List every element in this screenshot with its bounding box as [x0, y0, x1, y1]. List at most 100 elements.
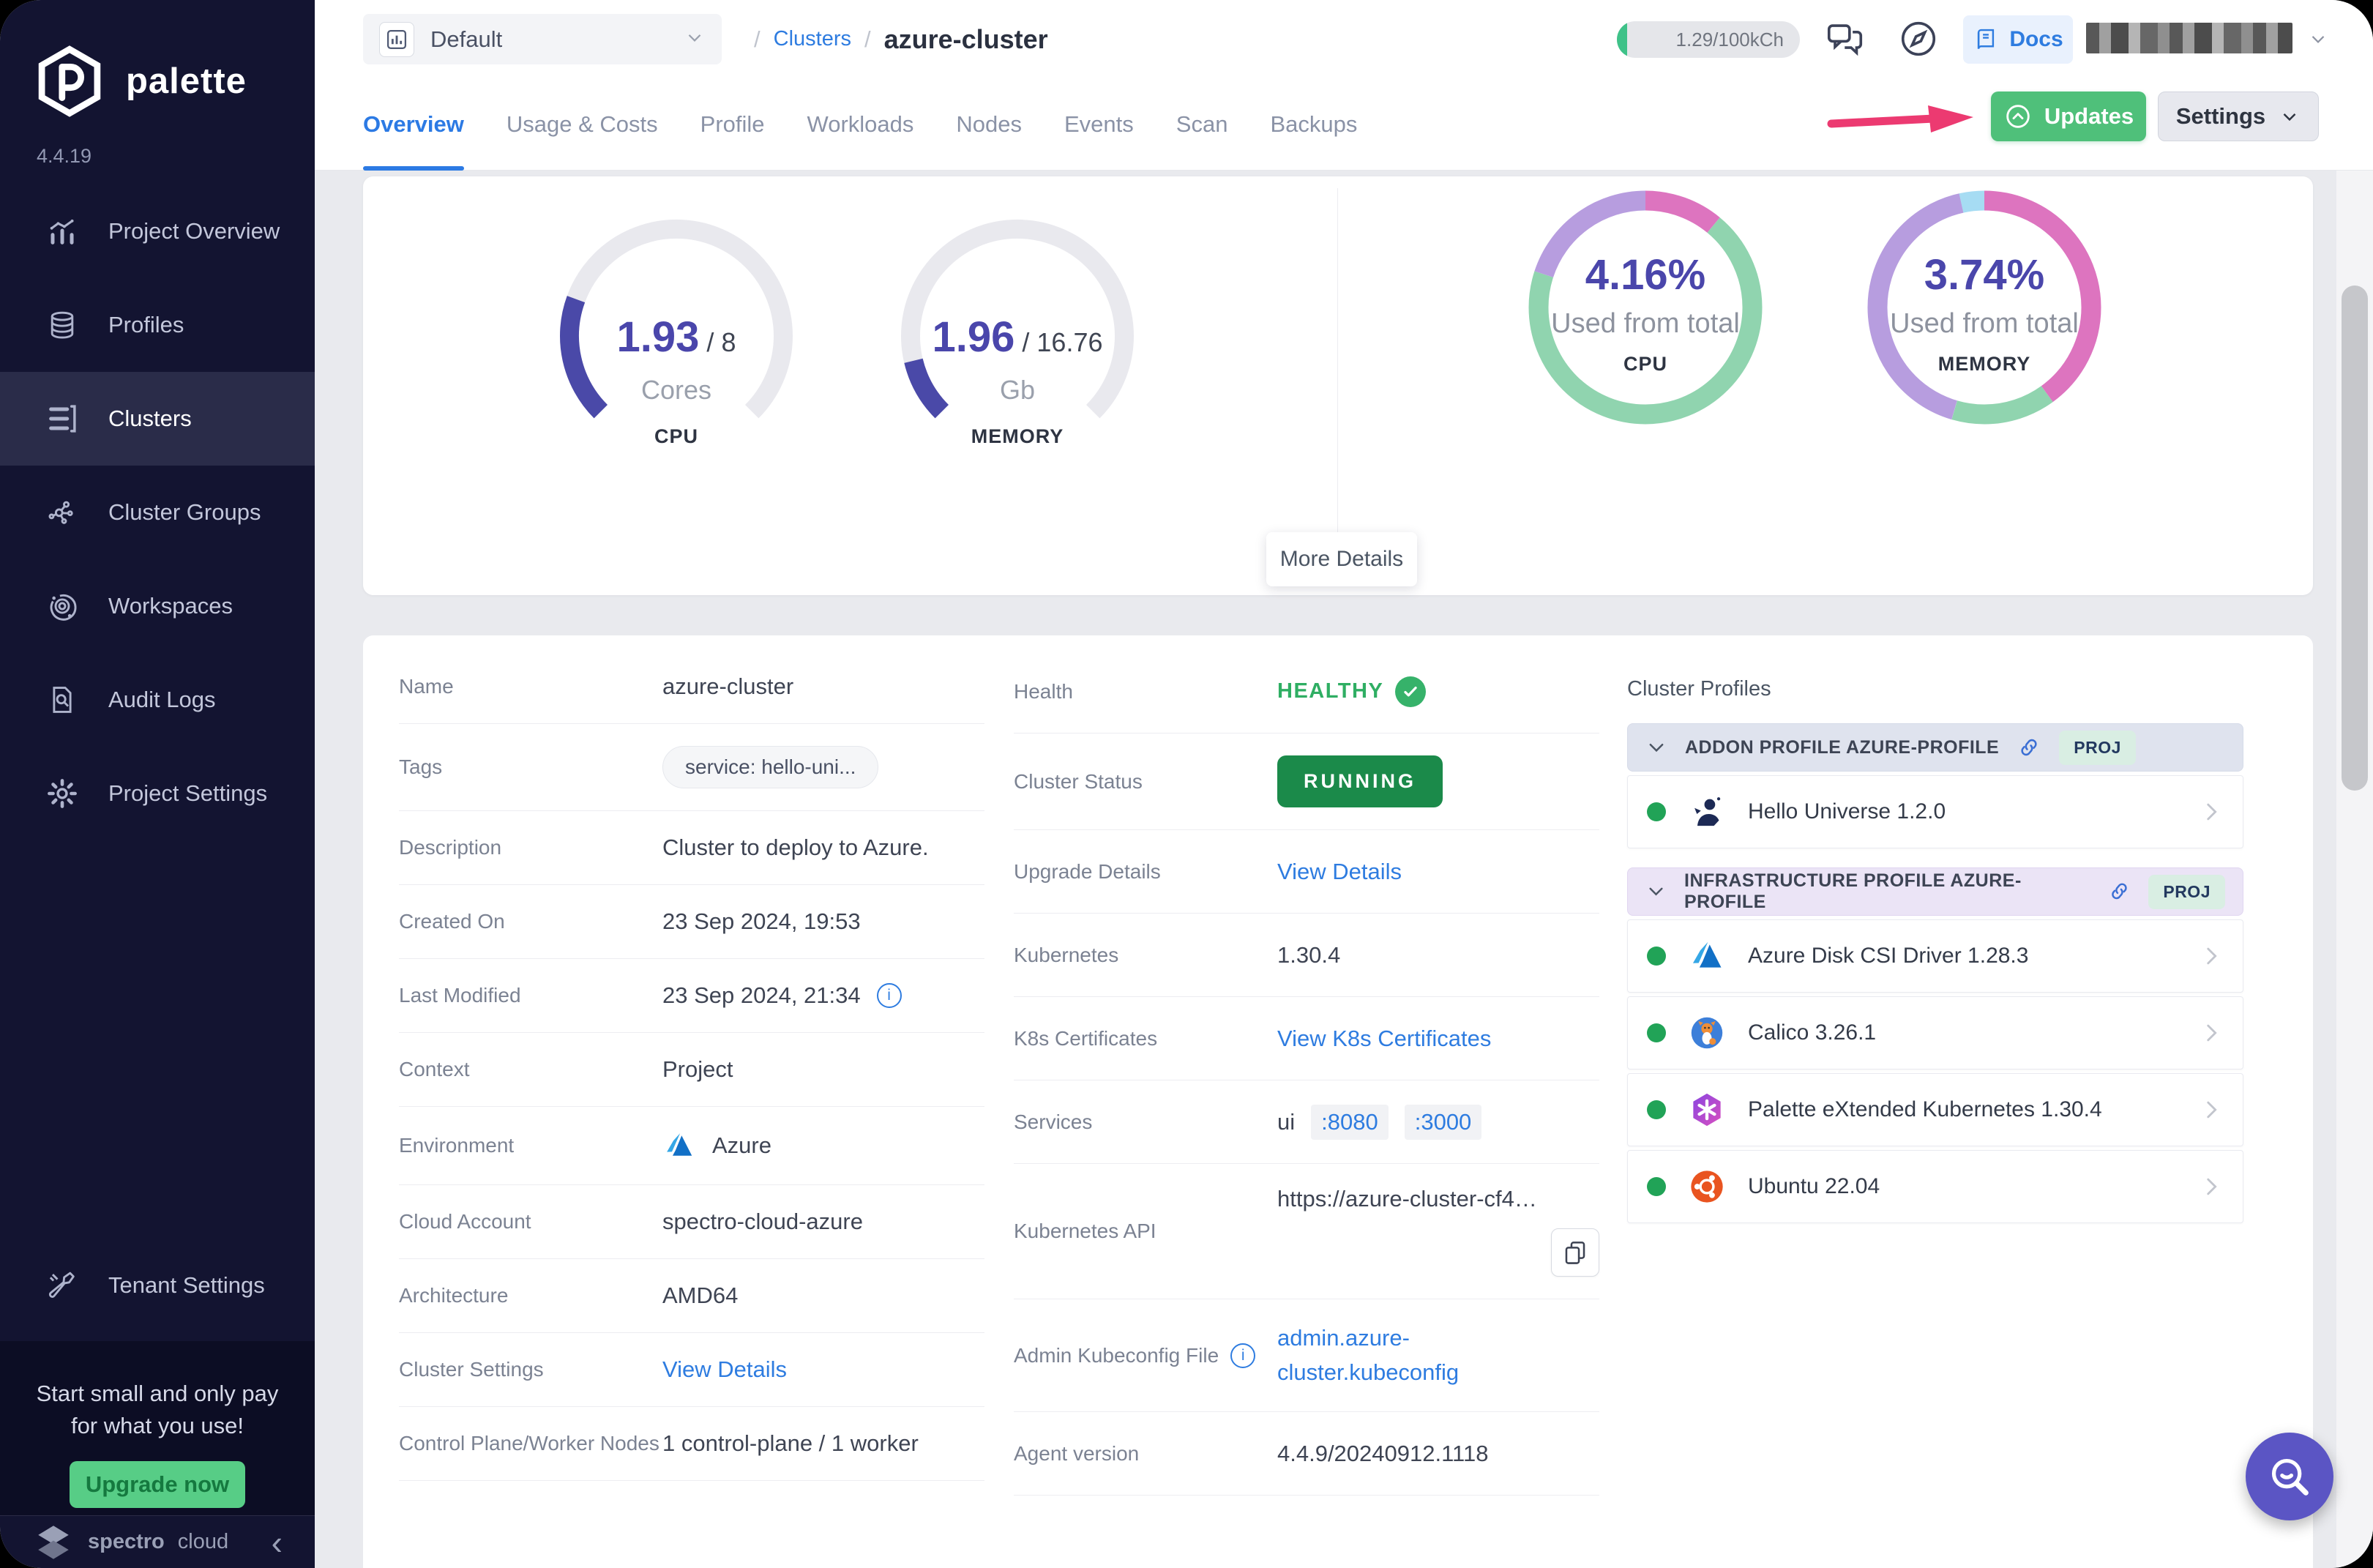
tab-usage-costs[interactable]: Usage & Costs	[507, 78, 658, 171]
status-badge[interactable]: RUNNING	[1277, 755, 1443, 807]
collapse-sidebar-button[interactable]: ‹	[272, 1526, 283, 1559]
detail-value-text[interactable]: spectro-cloud-azure	[662, 1209, 863, 1235]
detail-label-text[interactable]: Description	[399, 836, 501, 859]
sidebar-item-project-settings[interactable]: Project Settings	[0, 747, 315, 840]
upgrade-now-button[interactable]: Upgrade now	[70, 1461, 245, 1508]
pack-name[interactable]: Ubuntu 22.04	[1748, 1174, 1880, 1199]
tab-workloads[interactable]: Workloads	[807, 78, 914, 171]
search-fab-button[interactable]	[2246, 1433, 2333, 1520]
api-url[interactable]: https://azure-cluster-cf42...	[1277, 1186, 1541, 1212]
sidebar-item-cluster-groups[interactable]: Cluster Groups	[0, 466, 315, 559]
user-name-redacted[interactable]	[2086, 23, 2292, 53]
detail-value-text[interactable]: Azure	[712, 1132, 771, 1159]
pack-name[interactable]: Azure Disk CSI Driver 1.28.3	[1748, 944, 2028, 968]
health-status-text[interactable]: HEALTHY	[1277, 679, 1383, 703]
scope-badge[interactable]: PROJ	[2059, 731, 2136, 765]
sidebar-item-tenant-settings[interactable]: Tenant Settings	[0, 1239, 315, 1332]
sidebar-item-audit-logs[interactable]: Audit Logs	[0, 653, 315, 747]
service-name[interactable]: ui	[1277, 1109, 1295, 1135]
detail-label-text[interactable]: Last Modified	[399, 984, 521, 1007]
tab-nodes[interactable]: Nodes	[956, 78, 1022, 171]
user-menu-chevron-icon[interactable]	[2307, 28, 2329, 53]
pack-name[interactable]: Palette eXtended Kubernetes 1.30.4	[1748, 1097, 2102, 1122]
profile-section-title[interactable]: INFRASTRUCTURE PROFILE AZURE-PROFILE	[1684, 870, 2090, 913]
detail-label-text[interactable]: Cloud Account	[399, 1210, 531, 1233]
sidebar-item-workspaces[interactable]: Workspaces	[0, 559, 315, 653]
chat-icon[interactable]	[1824, 18, 1866, 60]
breadcrumb-clusters-link[interactable]: Clusters	[774, 27, 851, 51]
detail-value-text[interactable]: 1.30.4	[1277, 942, 1340, 968]
detail-label-text[interactable]: Agent version	[1014, 1442, 1139, 1466]
sidebar-item-label[interactable]: Tenant Settings	[108, 1272, 265, 1299]
detail-label-text[interactable]: Upgrade Details	[1014, 860, 1161, 884]
scrollbar-thumb[interactable]	[2342, 285, 2368, 791]
profile-pack-row[interactable]: Palette eXtended Kubernetes 1.30.4	[1627, 1073, 2243, 1146]
detail-value-text[interactable]: 23 Sep 2024, 19:53	[662, 908, 861, 935]
profile-pack-row[interactable]: Calico 3.26.1	[1627, 996, 2243, 1069]
detail-value-text[interactable]: azure-cluster	[662, 673, 793, 700]
service-port-link[interactable]: :8080	[1311, 1105, 1389, 1140]
detail-label-text[interactable]: Admin Kubeconfig File	[1014, 1344, 1219, 1367]
info-icon[interactable]: i	[877, 983, 902, 1008]
tab-backups[interactable]: Backups	[1270, 78, 1357, 171]
pack-name[interactable]: Hello Universe 1.2.0	[1748, 799, 1946, 824]
more-details-button[interactable]: More Details	[1266, 532, 1417, 586]
docs-button[interactable]: Docs	[1963, 15, 2073, 64]
profile-section-header[interactable]: ADDON PROFILE AZURE-PROFILE PROJ	[1627, 723, 2243, 772]
detail-label-text[interactable]: Environment	[399, 1134, 514, 1157]
profile-pack-row[interactable]: Ubuntu 22.04	[1627, 1150, 2243, 1223]
detail-label-text[interactable]: Services	[1014, 1110, 1092, 1134]
service-port-link[interactable]: :3000	[1405, 1105, 1482, 1140]
detail-label-text[interactable]: Control Plane/Worker Nodes	[399, 1432, 659, 1455]
info-icon[interactable]: i	[1230, 1343, 1255, 1368]
detail-label-text[interactable]: Architecture	[399, 1284, 508, 1307]
profile-pack-row[interactable]: Hello Universe 1.2.0	[1627, 775, 2243, 848]
link-view-details[interactable]: View Details	[1277, 859, 1402, 885]
sidebar-item-label[interactable]: Cluster Groups	[108, 499, 261, 526]
profile-section-title[interactable]: ADDON PROFILE AZURE-PROFILE	[1685, 737, 1999, 758]
detail-label-text[interactable]: Name	[399, 675, 454, 698]
tab-profile[interactable]: Profile	[700, 78, 765, 171]
scope-badge[interactable]: PROJ	[2148, 875, 2225, 909]
detail-value-text[interactable]: Cluster to deploy to Azure.	[662, 835, 929, 861]
detail-value-text[interactable]: AMD64	[662, 1283, 738, 1309]
tabs: Overview Usage & Costs Profile Workloads Nod…	[363, 78, 1357, 171]
tab-overview[interactable]: Overview	[363, 78, 464, 171]
sidebar-item-label[interactable]: Audit Logs	[108, 687, 216, 713]
tab-scan[interactable]: Scan	[1176, 78, 1228, 171]
profile-section-header[interactable]: INFRASTRUCTURE PROFILE AZURE-PROFILE PROJ	[1627, 867, 2243, 916]
detail-label-text[interactable]: Context	[399, 1058, 470, 1081]
sidebar-item-label[interactable]: Workspaces	[108, 593, 233, 619]
sidebar-item-project-overview[interactable]: Project Overview	[0, 184, 315, 278]
detail-label-text[interactable]: Kubernetes	[1014, 944, 1118, 967]
updates-button[interactable]: Updates	[1991, 92, 2146, 141]
tag-chip[interactable]: service: hello-uni...	[662, 746, 878, 788]
compass-icon[interactable]	[1897, 18, 1940, 60]
settings-button[interactable]: Settings	[2158, 92, 2319, 141]
detail-label-text[interactable]: Created On	[399, 910, 505, 933]
detail-value-text[interactable]: Project	[662, 1056, 733, 1083]
sidebar-item-label[interactable]: Project Settings	[108, 780, 267, 807]
detail-value-text[interactable]: 1 control-plane / 1 worker	[662, 1430, 919, 1457]
detail-label-text[interactable]: Health	[1014, 680, 1073, 703]
sidebar-item-clusters[interactable]: Clusters	[0, 372, 315, 466]
link-view-details[interactable]: View Details	[662, 1356, 787, 1383]
link-view-k8s-certificates[interactable]: View K8s Certificates	[1277, 1026, 1491, 1052]
project-selector[interactable]: Default	[363, 14, 722, 64]
copy-button[interactable]	[1551, 1228, 1599, 1277]
detail-label-text[interactable]: K8s Certificates	[1014, 1027, 1157, 1050]
detail-value-text[interactable]: 4.4.9/20240912.1118	[1277, 1441, 1488, 1467]
sidebar-item-label[interactable]: Profiles	[108, 312, 184, 338]
detail-label-text[interactable]: Tags	[399, 755, 442, 779]
sidebar-item-profiles[interactable]: Profiles	[0, 278, 315, 372]
detail-label-text[interactable]: Cluster Status	[1014, 770, 1143, 794]
detail-label-text[interactable]: Cluster Settings	[399, 1358, 544, 1381]
detail-label-text[interactable]: Kubernetes API	[1014, 1220, 1156, 1243]
pack-name[interactable]: Calico 3.26.1	[1748, 1020, 1876, 1045]
tab-events[interactable]: Events	[1064, 78, 1134, 171]
detail-value-text[interactable]: 23 Sep 2024, 21:34	[662, 982, 861, 1009]
profile-pack-row[interactable]: Azure Disk CSI Driver 1.28.3	[1627, 919, 2243, 993]
sidebar-item-label[interactable]: Clusters	[108, 406, 192, 432]
sidebar-item-label[interactable]: Project Overview	[108, 218, 280, 244]
kubeconfig-link[interactable]: admin.azure-cluster.kubeconfig	[1277, 1321, 1504, 1389]
